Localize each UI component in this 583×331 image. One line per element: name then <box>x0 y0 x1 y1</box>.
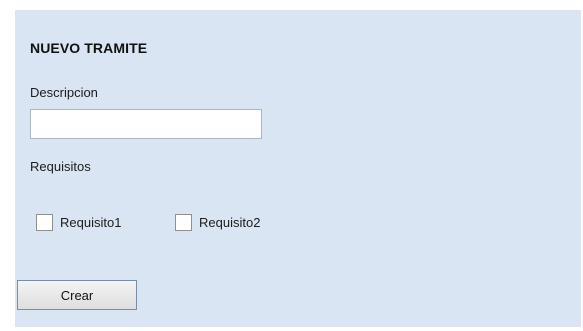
checkbox-box[interactable] <box>36 213 53 231</box>
checkbox-box[interactable] <box>175 213 192 231</box>
requisito2-label[interactable]: Requisito2 <box>199 215 260 230</box>
crear-button[interactable]: Crear <box>17 280 137 310</box>
description-label: Descripcion <box>30 85 98 100</box>
form-title: NUEVO TRAMITE <box>30 40 148 56</box>
requisito1-checkbox[interactable]: Requisito1 <box>36 211 121 233</box>
requisito1-label[interactable]: Requisito1 <box>60 215 121 230</box>
requirements-label: Requisitos <box>30 159 91 174</box>
description-input[interactable] <box>30 109 262 139</box>
requisito2-checkbox[interactable]: Requisito2 <box>175 211 260 233</box>
